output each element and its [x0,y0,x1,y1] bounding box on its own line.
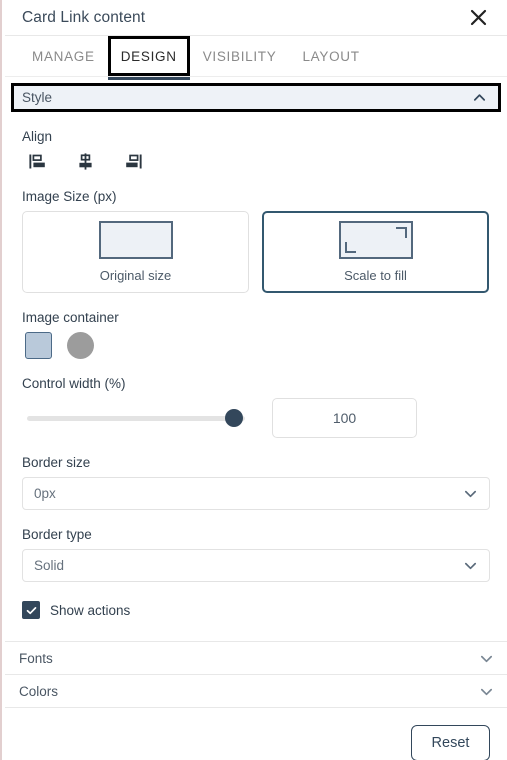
image-size-option-scale-to-fill[interactable]: Scale to fill [262,211,489,293]
align-label: Align [22,129,53,144]
scale-to-fill-icon [338,221,413,259]
border-size-label: Border size [22,455,91,470]
align-center-icon[interactable] [75,151,96,172]
image-size-caption: Original size [99,268,172,283]
chevron-down-icon [479,684,494,699]
accordion-header-colors[interactable]: Colors [5,675,507,708]
tab-visibility[interactable]: VISIBILITY [190,36,290,76]
control-width-label: Control width (%) [22,376,126,391]
reset-button[interactable]: Reset [411,725,490,760]
slider-thumb[interactable] [225,409,243,427]
border-size-select[interactable]: 0px [22,477,490,510]
show-actions-label: Show actions [50,602,131,618]
accordion-label-fonts: Fonts [19,650,53,666]
align-right-icon[interactable] [123,151,144,172]
card-link-content-panel: Card Link content MANAGE DESIGN VISIBILI… [0,0,507,760]
accordion-label-style: Style [22,90,53,105]
accordion-label-colors: Colors [19,683,59,699]
chevron-down-icon [463,486,478,501]
tab-manage[interactable]: MANAGE [19,36,108,76]
container-shape-circle[interactable] [67,332,94,359]
tab-layout[interactable]: LAYOUT [289,36,372,76]
image-size-caption: Scale to fill [344,268,407,283]
control-width-input[interactable]: 100 [272,398,417,438]
slider-track [27,415,245,421]
show-actions-checkbox[interactable]: Show actions [22,601,490,619]
panel-title: Card Link content [22,8,146,26]
border-type-label: Border type [22,527,92,542]
image-size-option-original[interactable]: Original size [22,211,249,293]
panel-titlebar: Card Link content [5,0,507,36]
close-icon[interactable] [463,3,493,33]
border-type-select[interactable]: Solid [22,549,490,582]
border-size-value: 0px [34,486,56,501]
tab-design[interactable]: DESIGN [107,36,190,80]
control-width-slider[interactable] [27,407,245,429]
chevron-up-icon [472,90,487,105]
accordion-header-style[interactable]: Style [11,83,501,112]
container-shape-square[interactable] [25,332,52,359]
checkmark-icon [22,601,40,619]
image-container-label: Image container [22,310,119,325]
chevron-down-icon [463,558,478,573]
style-section-body: Align Image Size (px) Original size Scal… [5,129,507,619]
chevron-down-icon [479,651,494,666]
accordion-header-fonts[interactable]: Fonts [5,642,507,675]
panel-tabs: MANAGE DESIGN VISIBILITY LAYOUT [5,36,507,80]
control-width-row: 100 [22,398,490,438]
panel-footer: Reset [5,725,507,760]
align-left-icon[interactable] [27,151,48,172]
align-options [22,151,490,172]
image-container-options [22,332,490,359]
image-size-options: Original size Scale to fill [22,211,490,293]
rectangle-icon [98,221,173,259]
image-size-label: Image Size (px) [22,189,117,204]
border-type-value: Solid [34,558,65,573]
